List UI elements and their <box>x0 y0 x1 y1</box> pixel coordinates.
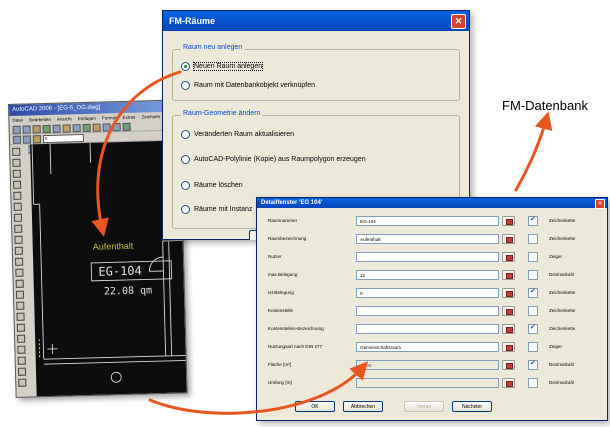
arrow-to-drawing <box>91 70 182 237</box>
workflow-arrows <box>91 70 553 415</box>
arrow-to-database <box>514 111 553 192</box>
arrow-to-detail <box>148 361 369 415</box>
